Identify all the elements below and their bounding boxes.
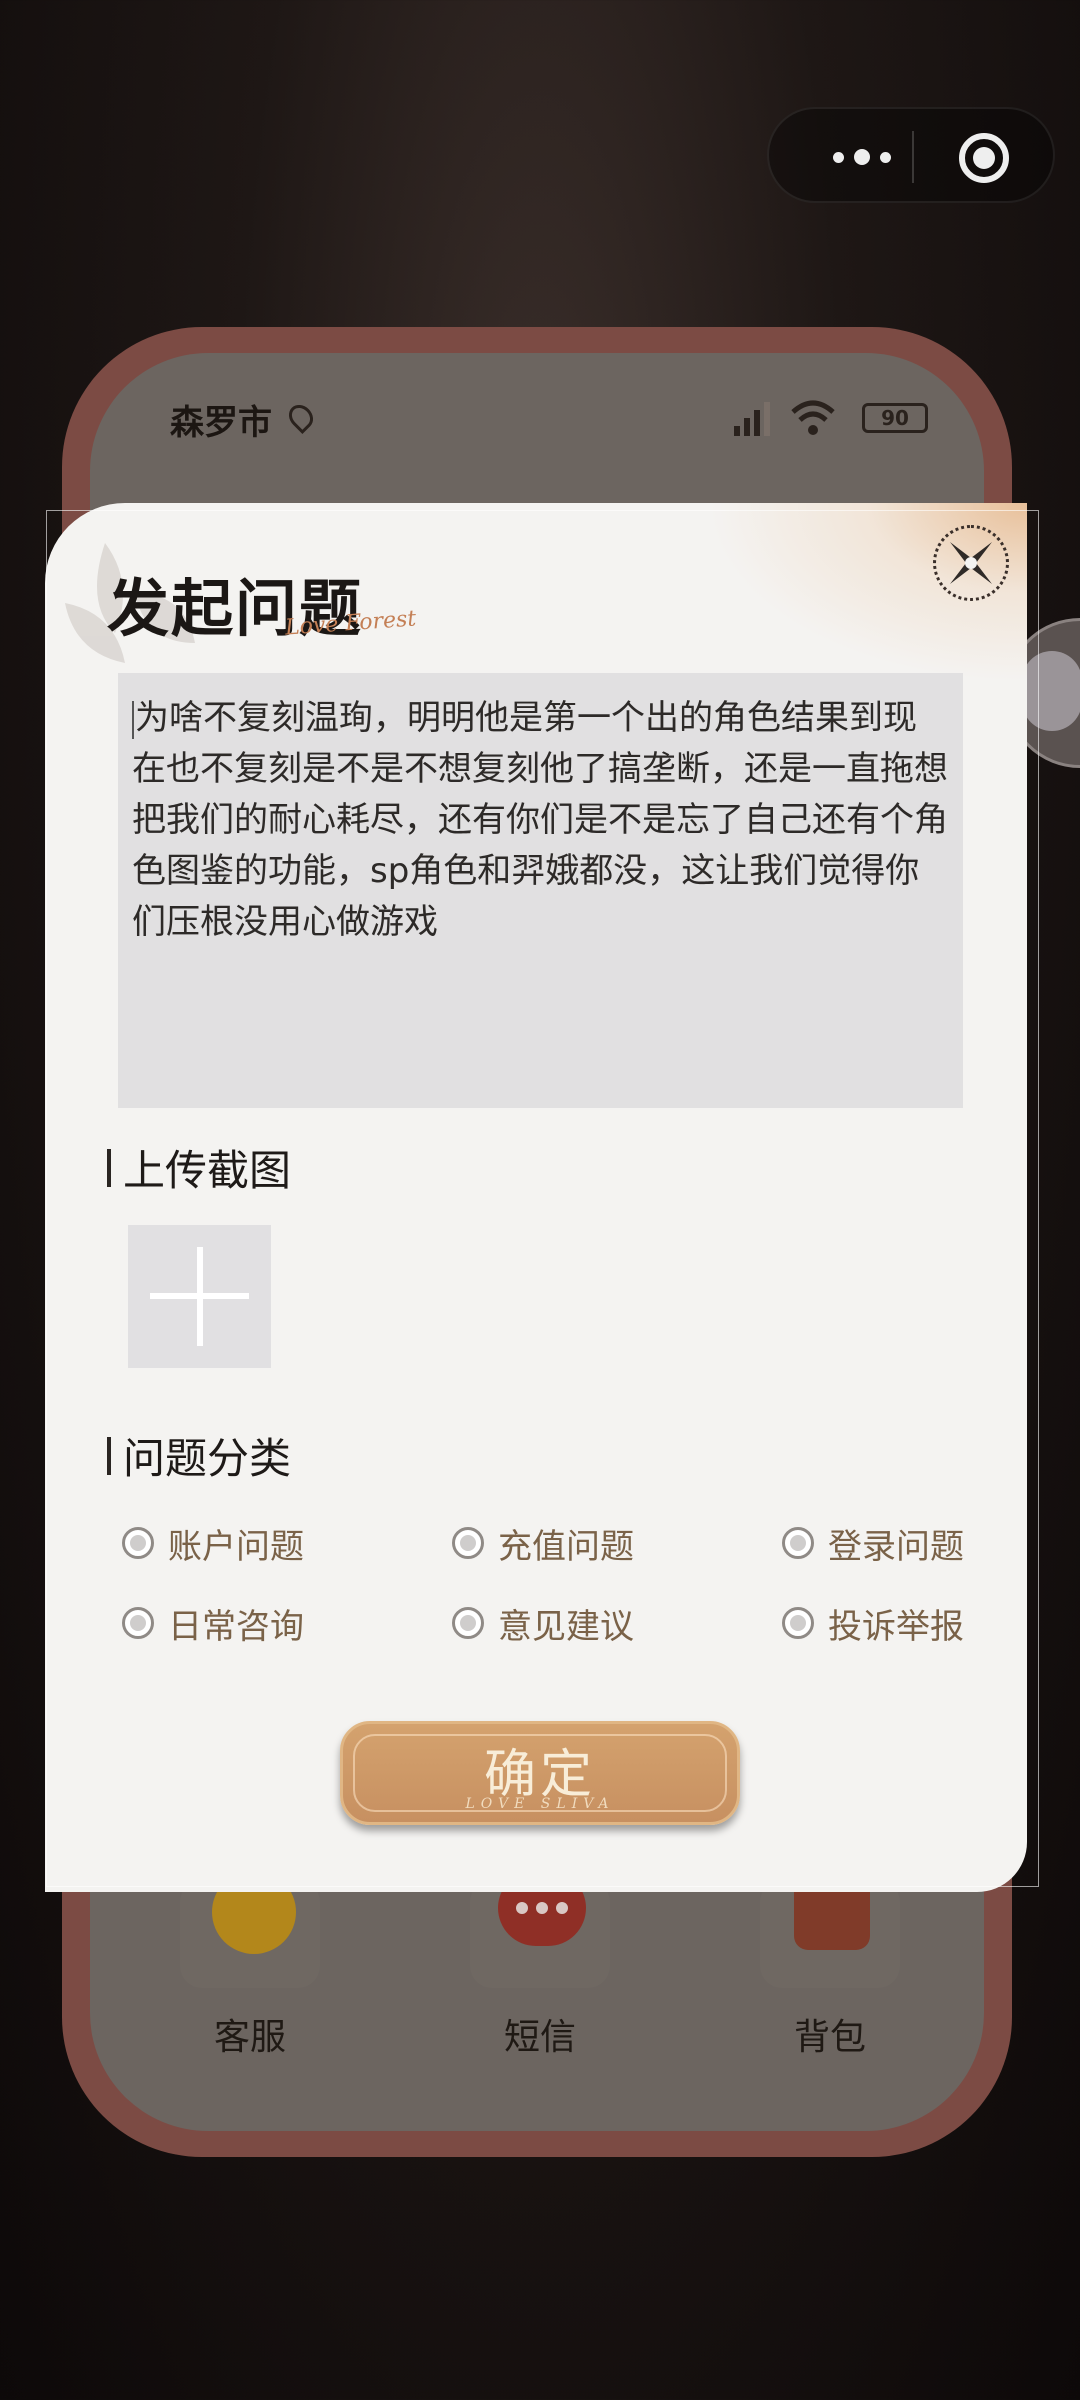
radio-login[interactable]: 登录问题 (782, 1519, 964, 1568)
category-section-label: 问题分类 (123, 1434, 292, 1483)
confirm-button[interactable]: 确定 LOVE SLIVA (340, 1721, 740, 1825)
upload-screenshot-button[interactable] (128, 1225, 271, 1368)
capsule-divider (912, 131, 914, 183)
radio-label: 登录问题 (828, 1526, 964, 1567)
confirm-sublabel: LOVE SLIVA (465, 1796, 615, 1812)
text-caret (132, 700, 134, 739)
category-section-header: 问题分类 (107, 1425, 291, 1486)
radio-circle[interactable] (122, 1607, 154, 1639)
close-icon (950, 542, 992, 584)
radio-circle[interactable] (452, 1527, 484, 1559)
feedback-dialog: 发起问题 Love Forest 为啥不复刻温珣，明明他是第一个出的角色结果到现… (45, 503, 1027, 1892)
signal-icon (734, 400, 774, 436)
category-radio-group: 账户问题 充值问题 登录问题 日常咨询 意见建议 投诉举报 (122, 1503, 1022, 1663)
question-textarea[interactable]: 为啥不复刻温珣，明明他是第一个出的角色结果到现在也不复刻是不是不想复刻他了搞垄断… (118, 673, 963, 1108)
radio-suggestion[interactable]: 意见建议 (452, 1599, 782, 1648)
radio-recharge[interactable]: 充值问题 (452, 1519, 782, 1568)
radio-circle[interactable] (122, 1527, 154, 1559)
section-marker (107, 1436, 111, 1475)
radio-circle[interactable] (782, 1607, 814, 1639)
dock-item-bag: 背包 (750, 1868, 910, 2060)
wifi-icon (791, 400, 835, 435)
close-button[interactable] (933, 525, 1009, 601)
radio-circle[interactable] (452, 1607, 484, 1639)
status-city: 森罗市 (170, 403, 272, 443)
radio-account[interactable]: 账户问题 (122, 1519, 452, 1568)
battery-indicator: 90 (862, 403, 928, 433)
radio-label: 日常咨询 (168, 1606, 304, 1647)
radio-label: 账户问题 (168, 1526, 304, 1567)
dock-item-customer-service: 客服 (170, 1870, 330, 2060)
miniprogram-capsule (767, 107, 1055, 203)
section-marker (107, 1148, 111, 1187)
radio-complaint[interactable]: 投诉举报 (782, 1599, 964, 1648)
dock-label: 背包 (793, 2017, 866, 2058)
radio-row: 日常咨询 意见建议 投诉举报 (122, 1583, 1022, 1663)
radio-circle[interactable] (782, 1527, 814, 1559)
upload-section-header: 上传截图 (107, 1137, 291, 1198)
radio-label: 意见建议 (498, 1606, 634, 1647)
radio-row: 账户问题 充值问题 登录问题 (122, 1503, 1022, 1583)
radio-daily-consult[interactable]: 日常咨询 (122, 1599, 452, 1648)
target-icon[interactable] (959, 133, 1009, 183)
upload-section-label: 上传截图 (123, 1146, 292, 1195)
radio-label: 充值问题 (498, 1526, 634, 1567)
more-dots-icon[interactable] (809, 109, 914, 205)
question-text: 为啥不复刻温珣，明明他是第一个出的角色结果到现在也不复刻是不是不想复刻他了搞垄断… (132, 698, 948, 942)
dock-item-messages: 短信 (460, 1870, 620, 2060)
dock-label: 客服 (213, 2017, 286, 2058)
dock-label: 短信 (503, 2017, 576, 2058)
radio-label: 投诉举报 (828, 1606, 964, 1647)
